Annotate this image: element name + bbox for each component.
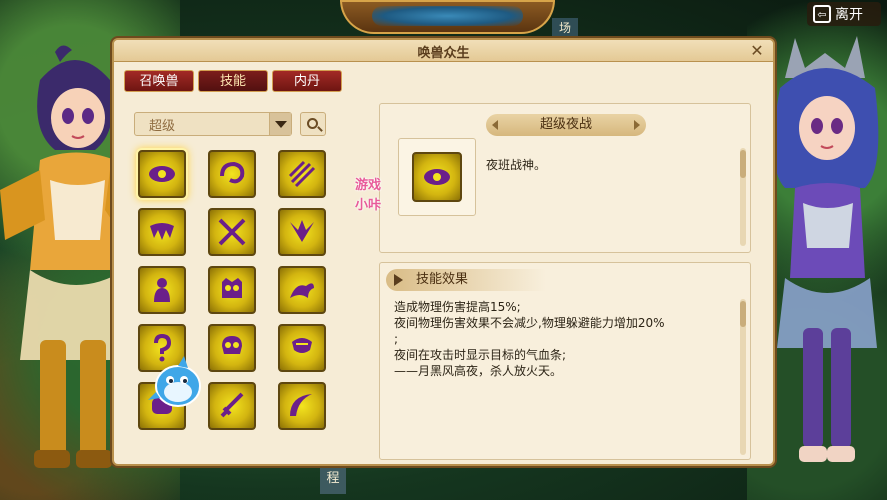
watermark-line2: 小咔 (354, 198, 381, 213)
background-roof (340, 0, 555, 34)
dragon-icon (290, 283, 314, 298)
owl-icon (222, 278, 242, 298)
swirl-icon (220, 161, 245, 184)
skill-tile-owl[interactable] (208, 266, 256, 314)
skill-tile-eye[interactable] (138, 150, 186, 198)
skull-icon (222, 336, 242, 354)
skill-tile-sword[interactable] (208, 382, 256, 430)
top-tag: 场 (552, 18, 578, 38)
fang-mouth-icon (150, 223, 174, 240)
skill-tile-swirl[interactable] (208, 150, 256, 198)
tab-skills[interactable]: 技能 (198, 70, 268, 92)
skill-filter-value: 超级 (149, 118, 176, 134)
skill-name-banner: 超级夜战 (486, 114, 646, 136)
effect-line: 造成物理伤害提高15%; (394, 300, 521, 314)
figure-icon (154, 278, 170, 302)
panel-title: 唤兽众生 (417, 46, 470, 61)
skill-tile-serpent[interactable] (278, 324, 326, 372)
search-button[interactable] (300, 112, 326, 136)
skill-tile-wings[interactable] (278, 208, 326, 256)
skill-detail-panel: 超级夜战 夜班战神。 (379, 103, 751, 253)
effect-line: ——月黑风高夜，杀人放火天。 (394, 364, 563, 378)
skill-tile-skull[interactable] (208, 324, 256, 372)
skill-tile-dragon[interactable] (278, 266, 326, 314)
detail-scrollbar[interactable] (740, 148, 746, 246)
summon-panel: 唤兽众生 ✕ 召唤兽 技能 内丹 超级 超级夜战 夜班战神。 技能效果 造成物理… (112, 38, 775, 466)
skill-effect-panel: 技能效果 造成物理伤害提高15%; 夜间物理伤害效果不会减少,物理躲避能力增加2… (379, 262, 751, 460)
skill-effect-text: 造成物理伤害提高15%; 夜间物理伤害效果不会减少,物理躲避能力增加20% ; … (394, 299, 728, 379)
skill-tile-crossed[interactable] (208, 208, 256, 256)
skill-filter-dropdown[interactable]: 超级 (134, 112, 292, 136)
skill-tile-crescent[interactable] (278, 382, 326, 430)
exit-icon: ⇦ (813, 5, 831, 23)
effect-scrollbar[interactable] (740, 299, 746, 455)
tab-bar: 召唤兽 技能 内丹 (124, 70, 342, 92)
bottom-tag: 程 (320, 464, 346, 494)
wings-icon (290, 220, 314, 242)
search-icon (306, 117, 318, 129)
character-right (773, 36, 879, 462)
skill-detail-icon-frame (398, 138, 476, 216)
crossed-swords-icon (218, 218, 246, 246)
leave-label: 离开 (835, 7, 863, 23)
watermark: 游戏 小咔 (348, 176, 388, 216)
panel-title-bar: 唤兽众生 ✕ (114, 40, 773, 62)
eye-icon (149, 166, 175, 182)
effect-line: ; (394, 332, 399, 346)
close-icon[interactable]: ✕ (747, 41, 767, 61)
chevron-down-icon[interactable] (269, 113, 291, 135)
dolphin-mascot-icon (148, 356, 201, 407)
skill-short-description: 夜班战神。 (486, 158, 547, 172)
skill-detail-icon (412, 152, 462, 202)
claw-slash-icon (288, 160, 316, 188)
skill-tile-fang[interactable] (138, 208, 186, 256)
eye-icon (424, 169, 450, 185)
watermark-line1: 游戏 (354, 178, 381, 193)
effect-line: 夜间在攻击时显示目标的气血条; (394, 348, 567, 362)
serpent-icon (292, 338, 312, 353)
tab-inner-core[interactable]: 内丹 (272, 70, 342, 92)
leave-button[interactable]: ⇦ 离开 (807, 2, 881, 26)
crescent-icon (290, 394, 312, 416)
tab-summon[interactable]: 召唤兽 (124, 70, 194, 92)
skill-tile-claw[interactable] (278, 150, 326, 198)
effect-line: 夜间物理伤害效果不会减少,物理躲避能力增加20% (394, 316, 665, 330)
skill-effect-header: 技能效果 (386, 269, 546, 291)
skill-tile-figure[interactable] (138, 266, 186, 314)
sword-icon (220, 392, 244, 418)
